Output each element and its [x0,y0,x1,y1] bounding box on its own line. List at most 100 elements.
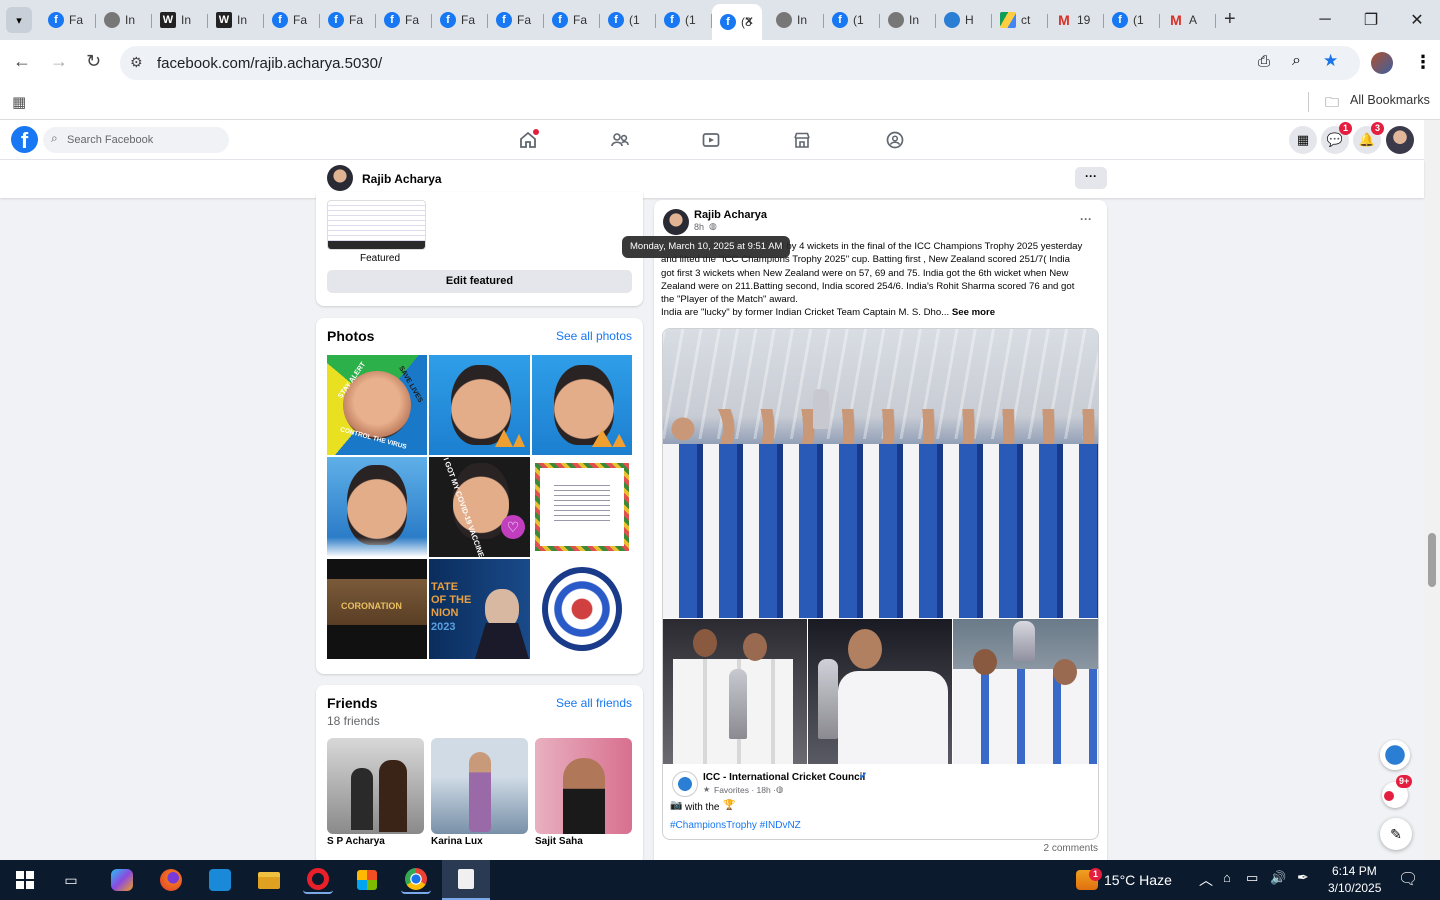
photo-coronation-video[interactable]: CORONATION [327,559,427,659]
profile-avatar-small[interactable] [327,165,353,191]
browser-tab[interactable]: H [936,6,992,34]
browser-tab[interactable]: In [96,6,152,34]
browser-tab[interactable]: f (1 [824,6,880,34]
browser-tab[interactable]: f (1 [600,6,656,34]
store-icon[interactable] [352,866,382,894]
post-author-avatar[interactable] [663,209,689,235]
icc-page-avatar[interactable] [672,771,698,797]
volume-icon[interactable]: 🔊 [1270,870,1286,886]
team-celebration-photo[interactable] [663,329,1098,618]
apps-grid-icon[interactable]: ▦ [12,93,26,111]
page-scrollbar[interactable] [1424,120,1440,860]
zoom-icon[interactable]: ⌕ [1292,52,1301,70]
featured-thumbnail[interactable] [327,200,426,250]
minimize-button[interactable]: ─ [1302,0,1348,40]
all-bookmarks-link[interactable]: All Bookmarks [1350,93,1430,107]
browser-tab[interactable]: f Fa [320,6,376,34]
browser-tab[interactable]: ct [992,6,1048,34]
notifications-center-icon[interactable]: 🗨 [1398,869,1418,889]
friends-icon[interactable] [610,130,630,150]
site-info-icon[interactable]: ⚙ [130,54,143,71]
photo-king-charles-emblem[interactable]: KING CHARLES III CORONATION 6TH MAY 2023 [532,559,632,659]
browser-tab[interactable]: MA [1160,6,1216,34]
network-icon[interactable]: ▭ [1246,870,1258,886]
shared-meta[interactable]: Favorites · 18h · [714,785,776,795]
pen-icon[interactable]: ✒ [1297,869,1309,886]
photo-portrait-2[interactable] [532,355,632,455]
browser-tab[interactable]: In [768,6,824,34]
new-tab-button[interactable]: + [1224,8,1236,31]
messenger-app-icon[interactable] [205,866,235,894]
close-tab-icon[interactable]: ✕ [744,14,754,28]
close-window-button[interactable]: ✕ [1394,0,1440,40]
post-author-name[interactable]: Rajib Acharya [694,209,767,221]
browser-tab[interactable]: f (1 [656,6,712,34]
menu-kebab-icon[interactable]: ⋮ [1414,52,1432,73]
browser-tab[interactable]: In [880,6,936,34]
restore-button[interactable]: ❐ [1348,0,1394,40]
friend-name-3[interactable]: Sajit Saha [535,836,583,847]
comments-count[interactable]: 2 comments [1044,843,1098,854]
back-icon[interactable]: ← [13,51,31,72]
photo-vaccine-frame[interactable]: I GOT MY COVID-19 VACCINE ♡ [429,457,530,557]
browser-tab[interactable]: f (1 [1104,6,1160,34]
notepad-icon[interactable] [442,860,490,900]
friend-name-1[interactable]: S P Acharya [327,836,385,847]
clock-time[interactable]: 6:14 PM [1332,864,1377,878]
install-app-icon[interactable]: ⎙ [1258,53,1270,70]
friends-title[interactable]: Friends [327,695,378,711]
start-windows-icon[interactable] [10,866,40,894]
meet-now-icon[interactable]: ⌂ [1223,870,1231,885]
video-icon[interactable] [701,130,721,150]
browser-tab[interactable]: f Fa [432,6,488,34]
reload-icon[interactable]: ↻ [86,51,101,72]
post-time[interactable]: 8h [694,222,704,232]
browser-tab[interactable]: f Fa [264,6,320,34]
browser-tab[interactable]: W In [152,6,208,34]
forward-icon[interactable]: → [50,51,68,72]
photo-portrait-3[interactable] [327,457,427,557]
post-more-icon[interactable]: ··· [1080,212,1092,226]
see-all-photos-link[interactable]: See all photos [556,329,632,343]
see-more-link[interactable]: See more [952,307,995,318]
file-explorer-icon[interactable] [254,866,284,894]
account-avatar[interactable] [1386,126,1414,154]
search-input[interactable]: Search Facebook [43,127,229,153]
browser-tab[interactable]: f (3 ✕ [712,4,762,40]
friend-photo-1[interactable] [327,738,424,834]
url-text[interactable]: facebook.com/rajib.acharya.5030/ [157,55,382,72]
groups-icon[interactable] [885,130,905,150]
photo-stay-alert[interactable]: STAY ALERT SAVE LIVES CONTROL THE VIRUS [327,355,427,455]
edit-featured-button[interactable]: Edit featured [327,270,632,293]
task-view-icon[interactable]: ▭ [56,866,86,894]
players-trophy-photo-3[interactable] [953,619,1098,764]
profile-avatar[interactable] [1371,52,1393,74]
weather-text[interactable]: 15°C Haze [1104,872,1172,888]
friend-name-2[interactable]: Karina Lux [431,836,483,847]
new-message-button[interactable]: ✎ [1380,818,1412,850]
shared-page-name[interactable]: ICC - International Cricket Council [703,772,865,783]
facebook-logo[interactable]: f [11,126,38,153]
player-trophy-photo-2[interactable] [808,619,952,764]
photo-state-of-union[interactable]: TATE OF THE NION 2023 [429,559,530,659]
browser-tab[interactable]: f Fa [40,6,96,34]
profile-more-button[interactable]: ··· [1075,167,1107,189]
photo-certificate[interactable] [532,457,632,557]
clock-date[interactable]: 3/10/2025 [1328,881,1381,895]
menu-grid-button[interactable]: ▦ [1289,126,1317,154]
copilot-icon[interactable] [107,866,137,894]
profile-name[interactable]: Rajib Acharya [362,172,442,186]
browser-tab[interactable]: M 19 [1048,6,1104,34]
friend-photo-3[interactable] [535,738,632,834]
photo-portrait-1[interactable] [429,355,530,455]
shared-post[interactable]: ICC - International Cricket Council ✔ ★ … [662,328,1099,840]
scrollbar-thumb[interactable] [1428,533,1436,587]
chrome-icon[interactable] [401,866,431,894]
friend-photo-2[interactable] [431,738,528,834]
see-all-friends-link[interactable]: See all friends [556,696,632,710]
icc-floating-chat[interactable] [1380,740,1410,770]
players-trophy-photo-1[interactable] [663,619,807,764]
tray-chevron-icon[interactable]: ︿ [1199,870,1213,890]
tab-search-button[interactable]: ▾ [6,7,32,33]
browser-tab[interactable]: f Fa [488,6,544,34]
